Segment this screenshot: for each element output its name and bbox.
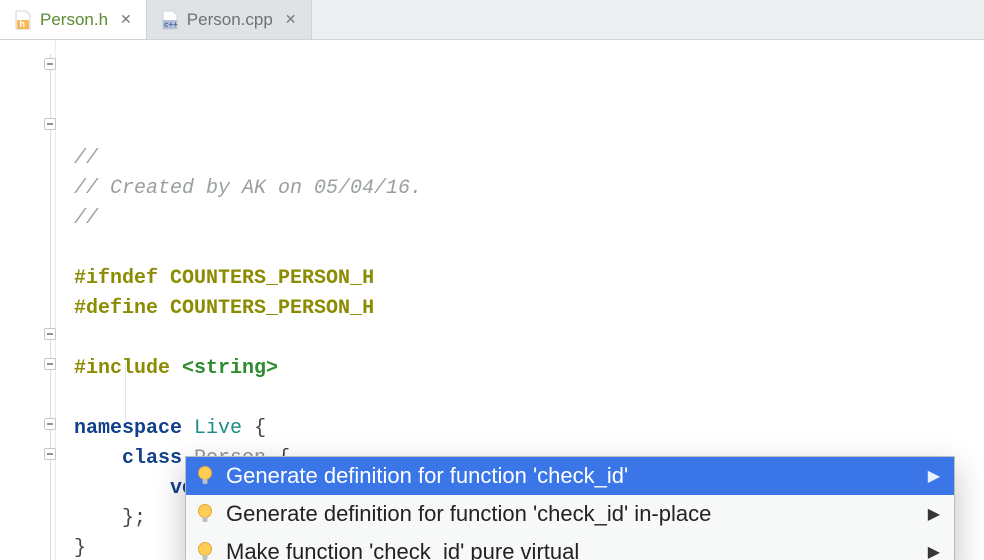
editor: // // Created by AK on 05/04/16. // #ifn… [0,40,984,560]
intention-label: Generate definition for function 'check_… [226,463,628,489]
code-brace: } [74,537,86,560]
fold-marker-icon[interactable] [44,448,56,460]
header-file-icon: h [14,10,32,30]
code-include: <string> [182,357,278,380]
cpp-file-icon: c++ [161,10,179,30]
lightbulb-icon [196,465,214,487]
lightbulb-icon [196,503,214,525]
fold-marker-icon[interactable] [44,328,56,340]
fold-marker-icon[interactable] [44,118,56,130]
code-namespace: Live [194,417,242,440]
code-comment: // Created by AK on 05/04/16. [74,177,422,200]
submenu-arrow-icon: ▶ [928,504,940,524]
code-preprocessor: #include [74,357,170,380]
tab-label: Person.h [40,10,108,30]
tab-label: Person.cpp [187,10,273,30]
intention-item-generate-inplace[interactable]: Generate definition for function 'check_… [186,495,954,533]
code-keyword: namespace [74,417,182,440]
tab-bar: h Person.h ✕ c++ Person.cpp ✕ [0,0,984,40]
close-icon[interactable]: ✕ [285,11,297,28]
code-brace: }; [122,507,146,530]
lightbulb-icon [196,541,214,560]
intention-popup: Generate definition for function 'check_… [185,456,955,560]
code-comment: // [74,207,98,230]
intention-item-generate-definition[interactable]: Generate definition for function 'check_… [186,457,954,495]
code-keyword: class [122,447,182,470]
submenu-arrow-icon: ▶ [928,542,940,560]
tab-person-cpp[interactable]: c++ Person.cpp ✕ [147,0,312,39]
intention-label: Generate definition for function 'check_… [226,501,711,527]
fold-marker-icon[interactable] [44,418,56,430]
gutter [0,40,56,560]
tab-person-h[interactable]: h Person.h ✕ [0,0,147,39]
svg-text:h: h [20,19,26,29]
intention-label: Make function 'check_id' pure virtual [226,539,579,560]
intention-item-make-pure-virtual[interactable]: Make function 'check_id' pure virtual ▶ [186,533,954,560]
close-icon[interactable]: ✕ [120,11,132,28]
fold-marker-icon[interactable] [44,58,56,70]
code-comment: // [74,147,98,170]
code-macro: COUNTERS_PERSON_H [170,267,374,290]
code-preprocessor: #define [74,297,158,320]
submenu-arrow-icon: ▶ [928,466,940,486]
fold-marker-icon[interactable] [44,358,56,370]
svg-text:c++: c++ [164,20,178,29]
code-macro: COUNTERS_PERSON_H [170,297,374,320]
code-preprocessor: #ifndef [74,267,158,290]
code-brace: { [242,417,266,440]
